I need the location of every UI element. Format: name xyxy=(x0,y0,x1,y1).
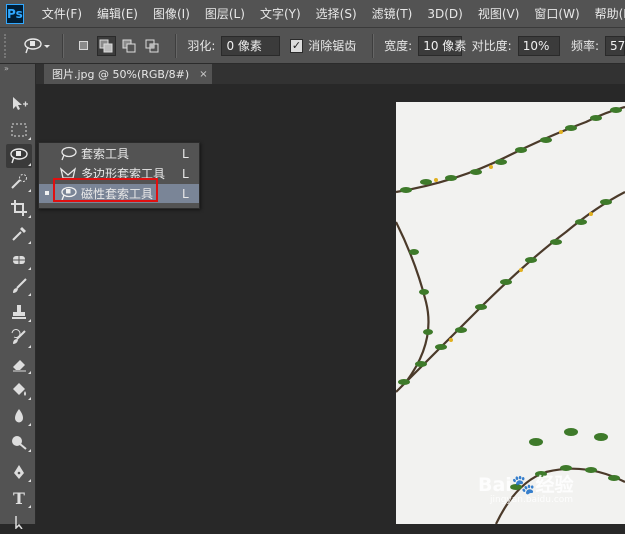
watermark-brand: Bai xyxy=(478,474,512,496)
document-title: 图片.jpg @ 50%(RGB/8#) xyxy=(52,68,190,81)
menu-layer[interactable]: 图层(L) xyxy=(205,5,245,22)
rect-marquee-icon xyxy=(11,123,27,137)
menu-image[interactable]: 图像(I) xyxy=(153,5,190,22)
lasso-tool[interactable] xyxy=(6,144,32,168)
subtract-selection-button[interactable] xyxy=(120,36,139,56)
pen-icon xyxy=(14,465,24,479)
subtract-selection-icon xyxy=(122,39,136,52)
history-brush-icon xyxy=(11,329,26,344)
lasso-icon xyxy=(59,146,77,162)
antialias-checkbox[interactable]: ✓ xyxy=(289,38,304,53)
type-tool[interactable]: T xyxy=(6,486,32,510)
brush-tool[interactable] xyxy=(6,274,32,298)
baidu-watermark: Bai🐾经验 jingyan.baidu.com xyxy=(478,470,608,510)
paint-bucket-icon xyxy=(13,383,26,396)
flyout-shortcut: L xyxy=(182,186,189,201)
vine-photo xyxy=(396,105,625,524)
history-brush-tool[interactable] xyxy=(6,326,32,350)
brush-icon xyxy=(13,278,27,293)
menu-help[interactable]: 帮助(H) xyxy=(595,5,625,22)
move-tool[interactable] xyxy=(6,92,32,116)
menu-select[interactable]: 选择(S) xyxy=(316,5,357,22)
menu-file[interactable]: 文件(F) xyxy=(42,5,82,22)
tools-panel: » T xyxy=(0,64,36,529)
separator xyxy=(61,33,64,58)
feather-label: 羽化: xyxy=(187,39,216,53)
eraser-tool[interactable] xyxy=(6,352,32,376)
path-select-icon xyxy=(15,516,23,529)
feather-input[interactable]: 0 像素 xyxy=(221,35,281,56)
contrast-input[interactable]: 10% xyxy=(517,35,560,56)
menu-bar: Ps 文件(F) 编辑(E) 图像(I) 图层(L) 文字(Y) 选择(S) 滤… xyxy=(0,0,625,28)
add-to-selection-button[interactable] xyxy=(96,35,116,56)
paint-bucket-tool[interactable] xyxy=(6,378,32,402)
healing-brush-tool[interactable] xyxy=(6,248,32,272)
intersect-selection-icon xyxy=(145,39,159,52)
clone-stamp-tool[interactable] xyxy=(6,300,32,324)
flyout-item-lasso[interactable]: 套索工具 L xyxy=(39,144,199,163)
watermark-brand2: 经验 xyxy=(535,474,574,496)
photoshop-logo: Ps xyxy=(6,3,24,24)
crop-tool[interactable] xyxy=(6,196,32,220)
move-icon xyxy=(13,97,28,110)
width-label: 宽度: xyxy=(384,39,413,53)
flyout-shortcut: L xyxy=(182,146,189,161)
crop-icon xyxy=(11,200,27,216)
highlight-annotation xyxy=(53,178,158,202)
document-tab-bar: 图片.jpg @ 50%(RGB/8#) × xyxy=(36,64,625,84)
separator xyxy=(175,33,178,58)
selected-bullet-icon xyxy=(45,191,49,195)
frequency-input[interactable]: 57 xyxy=(605,35,625,56)
document-tab[interactable]: 图片.jpg @ 50%(RGB/8#) × xyxy=(44,64,212,84)
new-selection-button[interactable] xyxy=(74,36,93,56)
blur-tool[interactable] xyxy=(6,404,32,428)
menu-filter[interactable]: 滤镜(T) xyxy=(372,5,413,22)
document-image[interactable] xyxy=(396,102,625,524)
blur-icon xyxy=(15,409,23,423)
intersect-selection-button[interactable] xyxy=(143,36,162,56)
options-bar: 羽化: 0 像素 ✓ 消除锯齿 宽度: 10 像素 对比度: 10% 频率: 5… xyxy=(0,28,625,64)
watermark-url: jingyan.baidu.com xyxy=(490,495,574,505)
frequency-label: 频率: xyxy=(570,39,599,53)
eyedropper-icon xyxy=(12,227,26,241)
menu-type[interactable]: 文字(Y) xyxy=(260,5,301,22)
stamp-icon xyxy=(12,305,26,319)
pen-tool[interactable] xyxy=(6,460,32,484)
menu-edit[interactable]: 编辑(E) xyxy=(97,5,138,22)
separator xyxy=(372,33,375,58)
flyout-shortcut: L xyxy=(182,166,189,181)
collapse-toggle[interactable]: » xyxy=(4,64,9,73)
eyedropper-tool[interactable] xyxy=(6,222,32,246)
close-icon[interactable]: × xyxy=(199,69,207,80)
menu-view[interactable]: 视图(V) xyxy=(478,5,520,22)
path-selection-tool[interactable] xyxy=(6,510,32,534)
menu-window[interactable]: 窗口(W) xyxy=(534,5,579,22)
antialias-label: 消除锯齿 xyxy=(308,39,357,53)
add-selection-icon xyxy=(99,39,113,52)
paw-icon: 🐾 xyxy=(511,474,536,496)
quick-select-icon xyxy=(11,174,27,189)
menu-3d[interactable]: 3D(D) xyxy=(427,7,462,21)
tool-preset-picker[interactable] xyxy=(20,34,52,58)
flyout-label: 套索工具 xyxy=(81,147,130,161)
width-input[interactable]: 10 像素 xyxy=(418,35,466,56)
healing-icon xyxy=(12,253,26,267)
marquee-tool[interactable] xyxy=(6,118,32,142)
eraser-icon xyxy=(13,360,26,372)
contrast-label: 对比度: xyxy=(471,39,512,53)
dodge-icon xyxy=(12,436,27,450)
magnetic-lasso-icon xyxy=(24,37,50,53)
options-grip[interactable] xyxy=(4,33,12,58)
dodge-tool[interactable] xyxy=(6,430,32,454)
magnetic-lasso-icon xyxy=(10,148,28,164)
type-icon: T xyxy=(13,488,25,508)
quick-select-tool[interactable] xyxy=(6,170,32,194)
